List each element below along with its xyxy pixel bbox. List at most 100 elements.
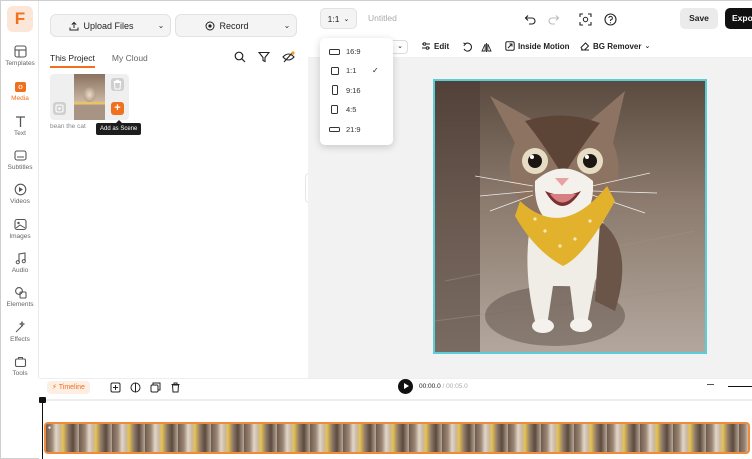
landscape-icon — [329, 48, 340, 55]
split-icon[interactable] — [127, 379, 143, 395]
timeline-panel: ⚡ Timeline 00:00.0 / 00:05.0 ● — [39, 378, 752, 459]
media-thumbnail[interactable]: + — [50, 74, 129, 120]
timeline-toggle-button[interactable]: ⚡ Timeline — [47, 381, 90, 394]
text-icon — [15, 116, 25, 127]
ratio-label: 1:1 — [346, 66, 357, 75]
ratio-option-16-9[interactable]: 16:9 — [329, 47, 361, 56]
effects-icon — [15, 321, 25, 333]
timeline-ruler[interactable] — [39, 399, 752, 401]
cat-image — [435, 81, 705, 352]
bg-remover-button[interactable]: BG Remover ⌄ — [580, 41, 650, 51]
chevron-down-icon[interactable]: ⌄ — [393, 40, 408, 54]
chevron-down-icon[interactable]: ⌄ — [152, 21, 170, 30]
rail-label-media: Media — [11, 95, 29, 102]
delete-media-icon[interactable] — [111, 78, 124, 91]
audio-icon — [15, 252, 26, 265]
motion-icon — [505, 41, 515, 51]
aspect-ratio-menu: 16:9 1:1 ✓ 9:16 4:5 21:9 — [320, 38, 393, 145]
zoom-out-icon[interactable] — [707, 384, 714, 385]
record-button[interactable]: Record ⌄ — [175, 14, 297, 37]
clip-handle-icon: ● — [48, 425, 52, 431]
tab-my-cloud[interactable]: My Cloud — [112, 53, 148, 68]
rotate-icon[interactable] — [459, 39, 475, 55]
rail-item-templates[interactable]: Templates — [1, 45, 39, 67]
add-scene-timeline-icon[interactable] — [107, 379, 123, 395]
videos-icon — [14, 183, 26, 196]
aspect-ratio-value: 1:1 — [327, 13, 340, 24]
elements-icon — [14, 287, 27, 299]
media-panel: Upload Files ⌄ Record ⌄ This Project My … — [39, 1, 308, 378]
preview-icon[interactable] — [577, 11, 593, 27]
ratio-option-4-5[interactable]: 4:5 — [329, 105, 356, 114]
timeline-icon: ⚡ — [52, 384, 57, 391]
replace-icon[interactable] — [53, 102, 66, 115]
save-button[interactable]: Save — [680, 8, 718, 29]
cat-photo[interactable] — [433, 79, 707, 354]
rail-item-media[interactable]: Media — [1, 80, 39, 102]
chevron-down-icon[interactable]: ⌄ — [278, 21, 296, 30]
inside-motion-label: Inside Motion — [518, 41, 570, 51]
filter-icon[interactable] — [256, 49, 272, 65]
playback-time: 00:00.0 / 00:05.0 — [419, 383, 468, 390]
hide-used-icon[interactable] — [280, 49, 296, 65]
rail-item-elements[interactable]: Elements — [1, 286, 39, 308]
flip-icon[interactable] — [478, 39, 494, 55]
ratio-option-9-16[interactable]: 9:16 — [329, 85, 361, 95]
rail-item-effects[interactable]: Effects — [1, 321, 39, 343]
rail-label-videos: Videos — [10, 198, 30, 205]
app-logo[interactable]: F — [7, 6, 33, 32]
ratio-label: 9:16 — [346, 85, 361, 95]
ratio-label: 16:9 — [346, 47, 361, 56]
widescreen-icon — [329, 127, 340, 132]
video-track-clip[interactable]: ● — [44, 422, 750, 454]
edit-button[interactable]: Edit — [421, 41, 449, 51]
search-icon[interactable] — [232, 49, 248, 65]
rail-item-images[interactable]: Images — [1, 218, 39, 240]
duplicate-icon[interactable] — [147, 379, 163, 395]
edit-label: Edit — [434, 41, 450, 51]
rail-item-videos[interactable]: Videos — [1, 183, 39, 205]
eraser-icon — [580, 42, 590, 51]
checkmark-icon: ✓ — [372, 66, 379, 75]
rail-label-text: Text — [14, 130, 26, 137]
redo-icon[interactable] — [546, 11, 562, 27]
images-icon — [13, 218, 27, 231]
export-button[interactable]: Export — [725, 8, 752, 29]
rail-item-subtitles[interactable]: Subtitles — [1, 149, 39, 171]
add-scene-icon[interactable]: + — [111, 102, 124, 115]
total-time: / 00:05.0 — [442, 383, 468, 390]
upload-files-button[interactable]: Upload Files ⌄ — [50, 14, 171, 37]
rail-item-audio[interactable]: Audio — [1, 252, 39, 274]
upload-files-label: Upload Files — [83, 20, 134, 31]
inside-motion-button[interactable]: Inside Motion — [505, 41, 570, 51]
playhead[interactable] — [39, 397, 46, 459]
ratio-option-1-1[interactable]: 1:1 — [329, 66, 356, 75]
rail-label-audio: Audio — [11, 267, 29, 274]
rail-label-tools: Tools — [12, 370, 28, 377]
record-icon — [205, 21, 215, 30]
editor-window: F Templates Media Text Subtitles Videos … — [0, 0, 752, 459]
help-icon[interactable] — [602, 11, 618, 27]
chevron-down-icon: ⌄ — [644, 43, 651, 50]
square-icon — [330, 66, 339, 75]
chevron-down-icon: ⌄ — [343, 15, 350, 23]
delete-icon[interactable] — [167, 379, 183, 395]
rail-item-tools[interactable]: Tools — [1, 355, 39, 377]
record-label: Record — [219, 20, 249, 31]
project-title[interactable]: Untitled — [368, 13, 397, 23]
ratio-option-21-9[interactable]: 21:9 — [329, 125, 361, 134]
undo-icon[interactable] — [522, 11, 538, 27]
portrait-icon — [331, 85, 338, 95]
subtitles-icon — [13, 150, 27, 161]
templates-icon — [13, 45, 27, 58]
rail-label-images: Images — [9, 233, 31, 240]
tools-icon — [14, 357, 26, 368]
zoom-slider[interactable] — [728, 386, 752, 387]
aspect-ratio-button[interactable]: 1:1 ⌄ — [320, 8, 357, 29]
rail-label-effects: Effects — [10, 336, 30, 343]
play-button[interactable] — [398, 379, 413, 394]
rail-item-text[interactable]: Text — [1, 115, 39, 137]
cat-thumbnail-image — [74, 74, 105, 120]
top-bar: 1:1 ⌄ Untitled Save Export — [308, 1, 752, 36]
tab-this-project[interactable]: This Project — [50, 53, 95, 68]
